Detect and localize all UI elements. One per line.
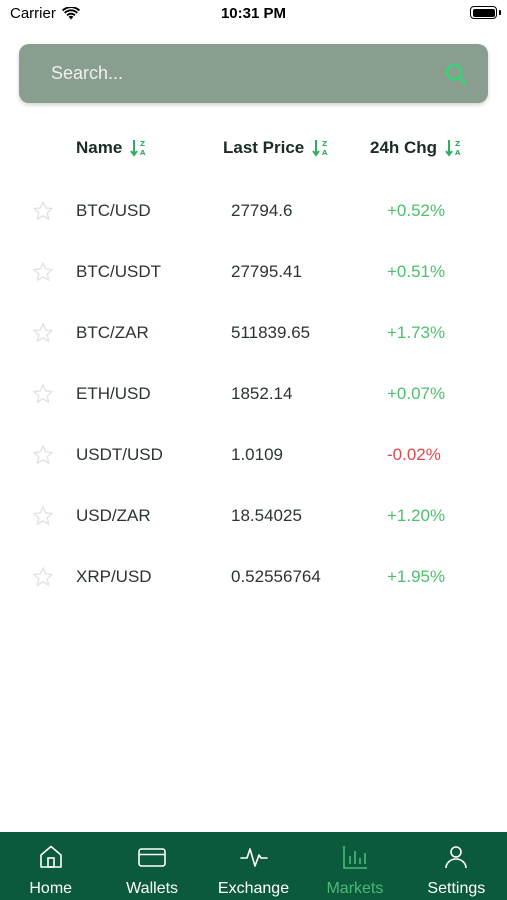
pair-name: ETH/USD [76,384,151,403]
search-bar [19,44,488,103]
star-icon[interactable] [32,261,54,283]
search-input[interactable] [51,44,421,103]
sort-by-change-button[interactable]: 24h Chg Z A [370,138,463,158]
market-row[interactable]: USD/ZAR 18.54025 +1.20% [0,486,507,547]
change-percent: +1.95% [387,567,446,586]
market-row[interactable]: ETH/USD 1852.14 +0.07% [0,364,507,425]
market-row[interactable]: USDT/USD 1.0109 -0.02% [0,425,507,486]
market-row[interactable]: BTC/ZAR 511839.65 +1.73% [0,303,507,364]
last-price: 0.52556764 [231,567,321,586]
sort-by-name-button[interactable]: Name Z A [76,138,148,158]
user-icon [445,846,468,869]
market-row[interactable]: XRP/USD 0.52556764 +1.95% [0,547,507,608]
sort-icon: Z A [445,140,461,157]
tab-settings[interactable]: Settings [406,832,507,900]
svg-text:A: A [140,149,146,157]
bar-chart-icon [343,846,367,869]
tab-markets[interactable]: Markets [304,832,405,900]
last-price: 27794.6 [231,201,293,220]
svg-text:Z: Z [455,140,460,148]
sort-by-price-button[interactable]: Last Price Z A [223,138,330,158]
bottom-tab-bar: Home Wallets Exchange Markets Settings [0,832,507,900]
battery-cap [499,10,501,15]
sort-icon: Z A [130,140,146,157]
last-price: 18.54025 [231,506,302,525]
name-header-label: Name [76,138,123,157]
sort-icon: Z A [312,140,328,157]
change-percent: +0.52% [387,201,446,220]
home-icon [39,845,62,868]
status-bar: Carrier 10:31 PM [0,0,507,28]
star-icon[interactable] [32,444,54,466]
change-percent: -0.02% [387,445,441,464]
pair-name: USD/ZAR [76,506,151,525]
change-percent: +0.51% [387,262,446,281]
battery-icon [470,6,497,19]
star-icon[interactable] [32,200,54,222]
svg-text:A: A [455,149,461,157]
svg-text:Z: Z [140,140,145,148]
tab-label: Wallets [126,880,179,897]
change-percent: +1.20% [387,506,446,525]
last-price: 1.0109 [231,445,283,464]
star-icon[interactable] [32,322,54,344]
svg-text:Z: Z [322,140,327,148]
wallet-icon [138,848,166,867]
last-price: 1852.14 [231,384,293,403]
search-icon[interactable] [444,62,468,86]
price-header-label: Last Price [223,138,305,157]
tab-home[interactable]: Home [0,832,101,900]
market-table-header: Name Z A Last Price Z A 24h Chg Z A [0,138,507,166]
tab-wallets[interactable]: Wallets [101,832,202,900]
star-icon[interactable] [32,505,54,527]
pair-name: USDT/USD [76,445,163,464]
pair-name: BTC/USDT [76,262,161,281]
tab-label: Exchange [217,880,290,897]
pair-name: BTC/USD [76,201,151,220]
tab-exchange[interactable]: Exchange [203,832,304,900]
change-percent: +0.07% [387,384,446,403]
status-time: 10:31 PM [220,5,287,22]
change-percent: +1.73% [387,323,446,342]
pulse-icon [239,848,268,867]
tab-label: Settings [427,880,486,897]
tab-label: Home [29,880,73,897]
pair-name: BTC/ZAR [76,323,149,342]
last-price: 27795.41 [231,262,302,281]
tab-label: Markets [326,880,384,897]
market-row[interactable]: BTC/USDT 27795.41 +0.51% [0,242,507,303]
market-list: BTC/USD 27794.6 +0.52% BTC/USDT 27795.41… [0,181,507,608]
pair-name: XRP/USD [76,567,152,586]
change-header-label: 24h Chg [370,138,438,157]
star-icon[interactable] [32,383,54,405]
last-price: 511839.65 [231,323,311,342]
star-icon[interactable] [32,566,54,588]
svg-text:A: A [322,149,328,157]
market-row[interactable]: BTC/USD 27794.6 +0.52% [0,181,507,242]
